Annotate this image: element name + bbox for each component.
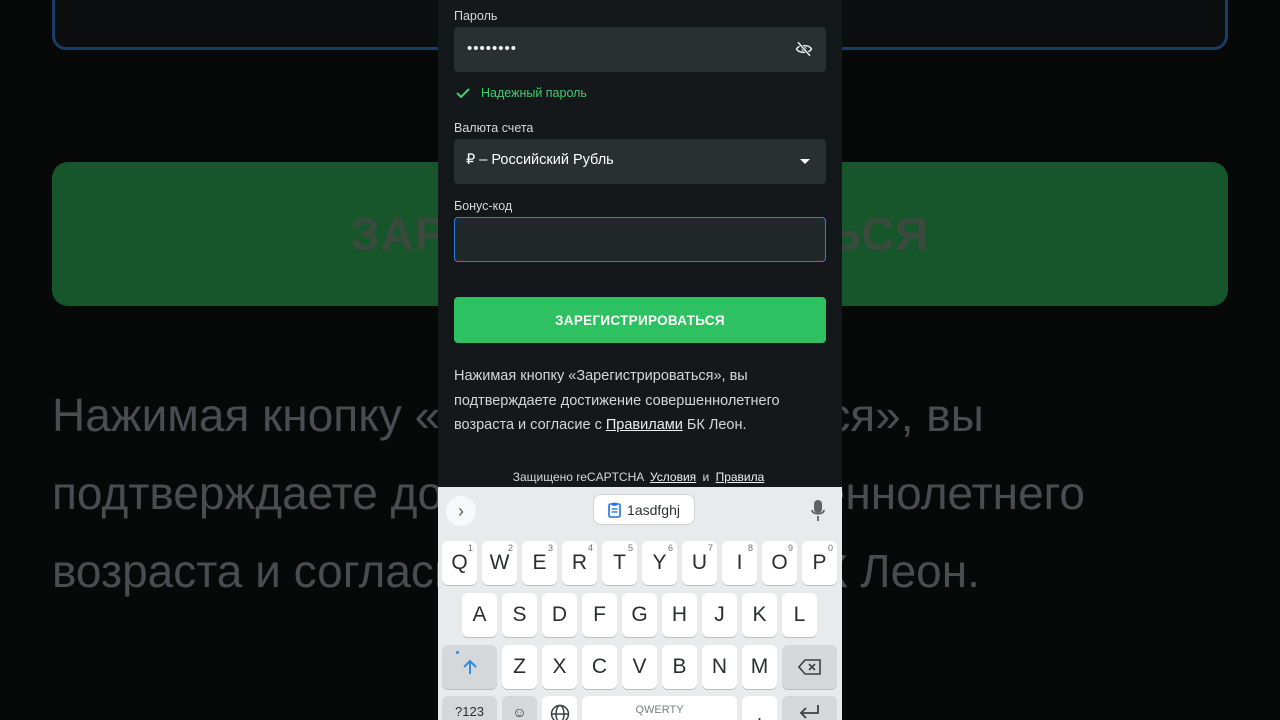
key-g[interactable]: G: [622, 593, 657, 637]
recaptcha-rules-link[interactable]: Правила: [716, 470, 765, 484]
symbols-key[interactable]: ?123: [442, 696, 497, 720]
backspace-key[interactable]: [782, 645, 837, 689]
clipboard-suggestion[interactable]: 1asdfghj: [593, 494, 695, 525]
recaptcha-and: и: [702, 470, 710, 484]
shift-key[interactable]: [442, 645, 497, 689]
key-d[interactable]: D: [542, 593, 577, 637]
globe-icon: [550, 704, 569, 720]
key-m[interactable]: M: [742, 645, 777, 689]
key-r[interactable]: R4: [562, 541, 597, 585]
key-o[interactable]: O9: [762, 541, 797, 585]
password-label: Пароль: [454, 9, 498, 23]
key-i[interactable]: I8: [722, 541, 757, 585]
space-key[interactable]: QWERTY: [582, 696, 737, 720]
key-c[interactable]: C: [582, 645, 617, 689]
shift-arrow-icon: [462, 659, 477, 674]
bonus-code-label: Бонус-код: [454, 199, 513, 213]
key-x[interactable]: X: [542, 645, 577, 689]
key-q[interactable]: Q1: [442, 541, 477, 585]
key-z[interactable]: Z: [502, 645, 537, 689]
currency-select[interactable]: ₽ – Российский Рубль: [454, 139, 826, 184]
globe-key[interactable]: [542, 696, 577, 720]
clipboard-text: 1asdfghj: [627, 501, 680, 518]
enter-icon: [799, 705, 819, 719]
enter-key[interactable]: [782, 696, 837, 720]
soft-keyboard: › 1asdfghj Q1 W2 E3 R4 T5 Y6 U7 I 8 O 9 …: [438, 487, 842, 720]
bonus-code-input[interactable]: [454, 217, 826, 262]
key-k[interactable]: K: [742, 593, 777, 637]
eye-off-icon[interactable]: [795, 40, 813, 58]
register-button[interactable]: ЗАРЕГИСТРИРОВАТЬСЯ: [454, 297, 826, 343]
password-strength: Надежный пароль: [456, 85, 587, 101]
password-value: ••••••••: [467, 40, 518, 57]
password-strength-text: Надежный пароль: [481, 86, 587, 100]
key-l[interactable]: L: [782, 593, 817, 637]
microphone-icon[interactable]: [810, 499, 826, 523]
key-u[interactable]: U7: [682, 541, 717, 585]
key-v[interactable]: V: [622, 645, 657, 689]
chevron-down-icon: [800, 159, 810, 164]
keyboard-suggestion-bar: › 1asdfghj: [438, 487, 842, 533]
rules-link[interactable]: Правилами: [606, 417, 683, 433]
key-n[interactable]: N: [702, 645, 737, 689]
shift-indicator: [456, 651, 459, 654]
check-icon: [456, 88, 470, 99]
key-j[interactable]: J: [702, 593, 737, 637]
password-field[interactable]: ••••••••: [454, 27, 826, 72]
key-w[interactable]: W2: [482, 541, 517, 585]
currency-value: ₽ – Российский Рубль: [466, 152, 614, 168]
backspace-icon: [797, 659, 821, 675]
key-p[interactable]: P0: [802, 541, 837, 585]
key-y[interactable]: Y6: [642, 541, 677, 585]
terms-disclaimer: Нажимая кнопку «Зарегистрироваться», вы …: [454, 364, 826, 438]
key-s[interactable]: S: [502, 593, 537, 637]
disclaimer-text-end: БК Леон.: [682, 417, 747, 433]
key-e[interactable]: E3: [522, 541, 557, 585]
key-f[interactable]: F: [582, 593, 617, 637]
recaptcha-notice: Защищено reCAPTCHA Условия и Правила: [438, 470, 842, 484]
chevron-right-icon[interactable]: ›: [446, 496, 476, 526]
clipboard-icon: [608, 502, 621, 518]
emoji-icon: ☺: [512, 704, 527, 720]
currency-label: Валюта счета: [454, 121, 534, 135]
key-t[interactable]: T5: [602, 541, 637, 585]
key-b[interactable]: B: [662, 645, 697, 689]
phone-screen: Пароль •••••••• Надежный пароль Валюта с…: [438, 0, 842, 720]
period-key[interactable]: .: [742, 696, 777, 720]
recaptcha-terms-link[interactable]: Условия: [650, 470, 696, 484]
key-a[interactable]: A: [462, 593, 497, 637]
key-h[interactable]: H: [662, 593, 697, 637]
emoji-key[interactable]: ☺: [502, 696, 537, 720]
recaptcha-text: Защищено reCAPTCHA: [512, 470, 644, 484]
